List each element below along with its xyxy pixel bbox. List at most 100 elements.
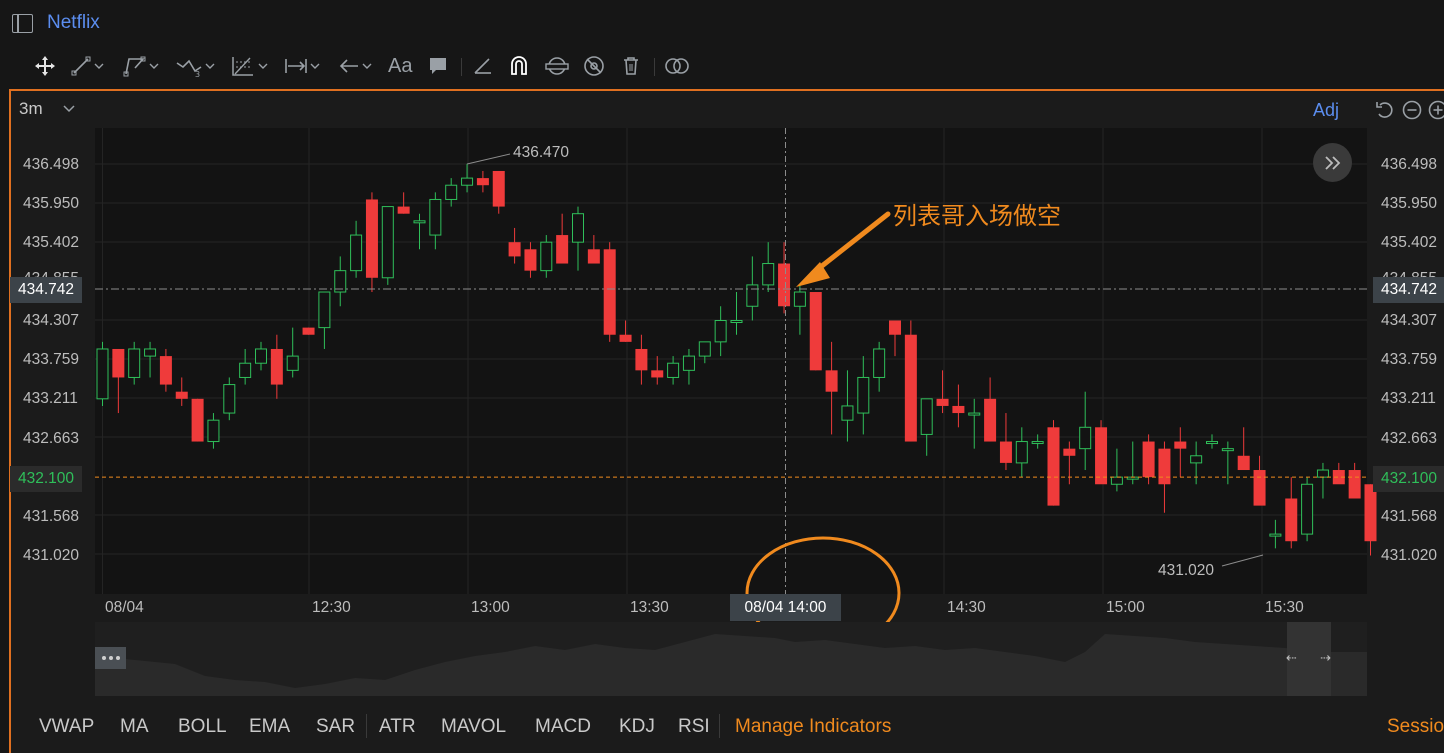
session-link[interactable]: Session bbox=[1387, 716, 1444, 738]
candle-body bbox=[873, 348, 886, 378]
indicator-ema[interactable]: EMA bbox=[249, 716, 290, 738]
candle-body bbox=[175, 391, 188, 399]
y-tick-label-right: 435.950 bbox=[1381, 195, 1438, 212]
candle-body bbox=[572, 213, 584, 243]
candle-body bbox=[1142, 441, 1155, 478]
candle-body bbox=[144, 348, 157, 357]
manage-indicators-link[interactable]: Manage Indicators bbox=[735, 716, 891, 738]
candle-body bbox=[286, 355, 299, 371]
navigator-left-handle[interactable] bbox=[95, 647, 126, 669]
indicator-sar[interactable]: SAR bbox=[316, 716, 355, 738]
low-label-leader bbox=[1221, 554, 1264, 567]
indicator-boll[interactable]: BOLL bbox=[178, 716, 227, 738]
high-label-leader bbox=[466, 153, 511, 165]
y-tick-label-right: 431.568 bbox=[1381, 508, 1438, 525]
y-tick-label-right: 435.402 bbox=[1381, 234, 1438, 251]
candle-body bbox=[1031, 441, 1044, 445]
candle-body bbox=[461, 177, 474, 186]
candle-body bbox=[889, 320, 901, 335]
last-price-tag: 432.100 bbox=[10, 466, 82, 492]
candle-body bbox=[746, 284, 759, 307]
annotation-text[interactable]: 列表哥入场做空 bbox=[893, 196, 1061, 231]
y-tick-label: 435.950 bbox=[23, 195, 80, 212]
time-navigator[interactable] bbox=[95, 622, 1367, 696]
crosshair-time-tag: 08/04 14:00 bbox=[730, 594, 841, 621]
candle-body bbox=[1015, 441, 1028, 464]
indicator-macd[interactable]: MACD bbox=[535, 716, 591, 738]
candle-body bbox=[302, 327, 315, 335]
candle-body bbox=[429, 198, 442, 236]
candle-body bbox=[952, 405, 965, 414]
candle-body bbox=[778, 263, 791, 307]
y-tick-label-right: 434.307 bbox=[1381, 312, 1438, 329]
candle-body bbox=[904, 334, 917, 442]
x-tick-label: 15:30 bbox=[1265, 599, 1304, 616]
x-tick-label: 15:00 bbox=[1106, 599, 1145, 616]
candle-body bbox=[762, 263, 775, 286]
candle-body bbox=[524, 249, 537, 271]
candle-body bbox=[128, 348, 141, 378]
candle-body bbox=[413, 220, 426, 224]
double-chevron-right-icon bbox=[1324, 155, 1340, 170]
candle-body bbox=[492, 170, 505, 207]
candle-body bbox=[1158, 448, 1171, 485]
crosshair-price-tag: 434.742 bbox=[10, 277, 82, 303]
candle-body bbox=[207, 419, 220, 443]
candle-body bbox=[714, 319, 727, 343]
candle-body bbox=[1206, 441, 1218, 445]
candle-body bbox=[587, 249, 600, 264]
candle-body bbox=[1364, 484, 1377, 542]
scroll-to-latest-button[interactable] bbox=[1313, 143, 1352, 182]
candle-body bbox=[1221, 448, 1234, 452]
candle-body bbox=[476, 178, 489, 186]
candle-body bbox=[350, 234, 363, 272]
indicator-separator bbox=[719, 714, 720, 738]
x-tick-label: 08/04 bbox=[105, 599, 144, 616]
candle-body bbox=[112, 348, 125, 378]
y-tick-label-partial-right: 434.855 bbox=[1381, 270, 1437, 277]
navigator-right-arrow-icon[interactable]: ⇢ bbox=[1320, 650, 1331, 666]
candle-body bbox=[682, 355, 695, 371]
candle-body bbox=[698, 341, 711, 357]
indicator-bar: VWAP MA BOLL EMA SAR ATR MAVOL MACD KDJ … bbox=[0, 710, 1444, 753]
candle-body bbox=[857, 376, 870, 414]
candle-body bbox=[445, 184, 458, 200]
indicator-kdj[interactable]: KDJ bbox=[619, 716, 655, 738]
candle-body bbox=[920, 398, 933, 435]
y-tick-label: 434.307 bbox=[23, 312, 80, 329]
last-price-tag-right: 432.100 bbox=[1373, 466, 1444, 492]
candle-body bbox=[936, 398, 949, 406]
candle-body bbox=[159, 356, 172, 385]
navigator-area-chart bbox=[95, 634, 1367, 696]
x-tick-label: 13:30 bbox=[630, 599, 669, 616]
candle-body bbox=[239, 362, 252, 378]
indicator-mavol[interactable]: MAVOL bbox=[441, 716, 506, 738]
candle-body bbox=[1253, 470, 1266, 506]
candle-body bbox=[191, 398, 204, 442]
indicator-atr[interactable]: ATR bbox=[379, 716, 416, 738]
candle-body bbox=[318, 291, 331, 329]
indicator-vwap[interactable]: VWAP bbox=[39, 716, 94, 738]
candle-body bbox=[365, 199, 378, 278]
candle-body bbox=[1316, 469, 1329, 478]
y-tick-label: 433.211 bbox=[23, 390, 78, 407]
x-tick-label: 14:30 bbox=[947, 599, 986, 616]
indicator-rsi[interactable]: RSI bbox=[678, 716, 710, 738]
candle-body bbox=[255, 348, 267, 364]
candle-body bbox=[730, 319, 743, 323]
candle-body bbox=[96, 348, 109, 400]
candle-body bbox=[1301, 483, 1314, 535]
candle-body bbox=[1269, 533, 1282, 537]
navigator-left-arrow-icon[interactable]: ⇠ bbox=[1286, 650, 1297, 666]
y-tick-label-partial: 434.855 bbox=[23, 270, 79, 277]
y-tick-label-right: 433.759 bbox=[1381, 351, 1438, 368]
y-tick-label: 435.402 bbox=[23, 234, 80, 251]
candle-body bbox=[540, 241, 553, 272]
candle-body bbox=[999, 441, 1012, 463]
candle-body bbox=[651, 370, 664, 378]
candle-body bbox=[1237, 455, 1250, 471]
candle-body bbox=[270, 348, 283, 385]
candle-body bbox=[1174, 441, 1187, 449]
y-tick-label: 436.498 bbox=[23, 156, 80, 173]
indicator-ma[interactable]: MA bbox=[120, 716, 149, 738]
